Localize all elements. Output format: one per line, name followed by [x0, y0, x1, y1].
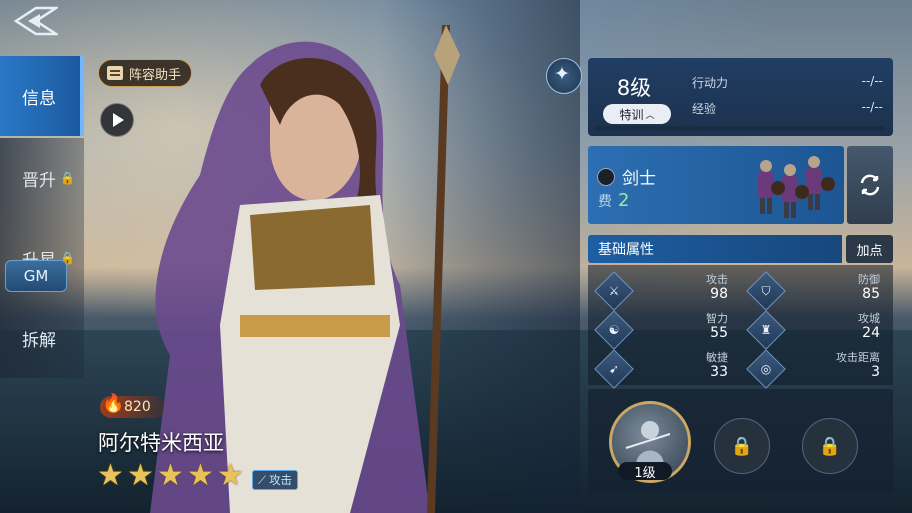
gm-button[interactable]: GM: [5, 260, 67, 292]
sidebar-item-label: 信息: [22, 88, 56, 109]
attr-siege: ♜ 攻城 24: [746, 310, 886, 350]
chevron-up-icon: ︿: [645, 110, 655, 121]
level-panel: 8级 特训 ︿ 行动力 --/-- 经验 --/--: [588, 58, 893, 136]
sidebar-item-label: 晋升: [22, 170, 56, 191]
unit-panel[interactable]: 剑士 费2: [588, 146, 844, 224]
flame-icon: 🔥: [102, 393, 125, 414]
skills-panel: 1级 🔒 🔒: [588, 389, 893, 494]
compass-icon[interactable]: [546, 58, 582, 94]
sidebar: 信息 晋升 🔒 升星 🔒 拆解: [0, 56, 84, 396]
sidebar-item-label: 拆解: [22, 330, 56, 351]
castle-icon: ♜: [746, 310, 786, 350]
shield-icon: ⛉: [746, 271, 786, 311]
hero-power: 🔥 820: [100, 393, 165, 418]
attr-agility: ➹ 敏捷 33: [594, 349, 734, 389]
exp-label: 经验: [692, 102, 717, 116]
sword-icon: ⚔: [594, 271, 634, 311]
role-label: 攻击: [269, 473, 293, 487]
skill-slot-locked[interactable]: 🔒: [714, 418, 770, 474]
level-value: 8级: [616, 76, 652, 100]
star-icon: ★: [187, 458, 214, 493]
attr-attack: ⚔ 攻击 98: [594, 271, 734, 311]
train-button[interactable]: 特训 ︿: [603, 104, 671, 124]
sidebar-item-dismantle[interactable]: 拆解: [0, 298, 84, 378]
exp-bar: [596, 126, 885, 130]
helper-icon: [107, 66, 123, 80]
action-power-label: 行动力: [692, 76, 729, 90]
sword-icon: ⟋: [258, 472, 267, 487]
skill-slot-locked[interactable]: 🔒: [802, 418, 858, 474]
sidebar-item-promote[interactable]: 晋升 🔒: [0, 138, 84, 218]
attributes-title: 基础属性: [598, 242, 654, 258]
star-icon: ★: [217, 458, 244, 493]
attr-range: ◎ 攻击距离 3: [746, 349, 886, 389]
skill-level: 1级: [618, 462, 672, 481]
lineup-helper-button[interactable]: 阵容助手: [98, 59, 193, 87]
star-icon: ★: [97, 458, 124, 493]
swap-unit-button[interactable]: [847, 146, 893, 224]
hero-name: 阿尔特米西亚: [98, 431, 224, 455]
back-icon[interactable]: [14, 6, 58, 36]
swap-icon: [860, 174, 880, 196]
unit-name: 剑士: [622, 169, 656, 189]
lock-icon: 🔒: [730, 435, 754, 457]
add-points-button[interactable]: 加点: [846, 235, 893, 263]
action-power-value: --/--: [861, 74, 883, 88]
unit-cost: 费2: [598, 190, 629, 211]
sidebar-item-info[interactable]: 信息: [0, 56, 84, 136]
brain-icon: ☯: [594, 310, 634, 350]
lock-icon: 🔒: [818, 435, 842, 457]
exp-value: --/--: [861, 100, 883, 114]
play-voice-button[interactable]: [100, 103, 134, 137]
attr-defense: ⛉ 防御 85: [746, 271, 886, 311]
attributes-panel: ⚔ 攻击 98 ⛉ 防御 85 ☯ 智力 55 ♜ 攻城 24 ➹ 敏捷 33 …: [588, 265, 893, 389]
power-value: 820: [124, 399, 151, 415]
lock-icon: 🔒: [60, 171, 75, 185]
cost-label: 费: [598, 194, 612, 210]
helper-label: 阵容助手: [129, 67, 182, 83]
boot-icon: ➹: [594, 349, 634, 389]
unit-type-icon: [597, 168, 615, 186]
range-icon: ◎: [746, 349, 786, 389]
star-icon: ★: [127, 458, 154, 493]
soldiers-image: [758, 156, 835, 218]
attr-intelligence: ☯ 智力 55: [594, 310, 734, 350]
cost-value: 2: [618, 190, 630, 211]
train-label: 特训: [619, 107, 644, 122]
role-tag: ⟋ 攻击: [252, 470, 299, 490]
basic-attributes-header: 基础属性: [588, 235, 842, 263]
hero-stars: ★ ★ ★ ★ ★: [97, 458, 244, 493]
star-icon: ★: [157, 458, 184, 493]
